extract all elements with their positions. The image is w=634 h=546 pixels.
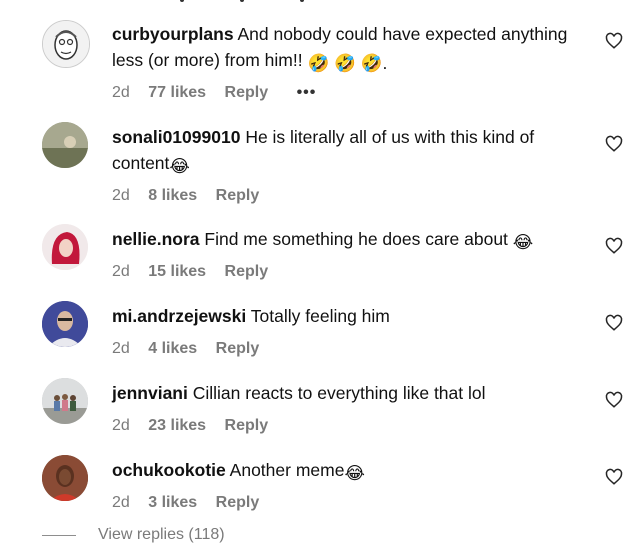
- comment-text: mi.andrzejewski Totally feeling him: [112, 303, 582, 329]
- group-photo-avatar-icon: [42, 378, 88, 424]
- heart-icon[interactable]: [605, 237, 623, 255]
- comment-meta: 2d 77 likes Reply •••: [112, 84, 330, 102]
- comment-text: curbyourplans And nobody could have expe…: [112, 21, 582, 76]
- avatar[interactable]: [42, 378, 88, 424]
- comment-body: Find me something he does care about: [204, 229, 508, 249]
- comment-likes[interactable]: 4 likes: [148, 340, 197, 357]
- avatar[interactable]: [42, 224, 88, 270]
- comment-meta: 2d 23 likes Reply: [112, 417, 282, 435]
- heart-icon[interactable]: [605, 314, 623, 332]
- reply-button[interactable]: Reply: [216, 340, 260, 357]
- comment-time: 2d: [112, 340, 130, 357]
- avatar[interactable]: [42, 20, 90, 68]
- comment-username[interactable]: sonali01099010: [112, 127, 240, 147]
- comment-body: Cillian reacts to everything like that l…: [192, 383, 486, 403]
- view-replies-label: View replies (118): [98, 526, 225, 543]
- comment-meta: 2d 3 likes Reply: [112, 494, 273, 512]
- comment-time: 2d: [112, 417, 130, 434]
- comment-username[interactable]: nellie.nora: [112, 229, 200, 249]
- comment-likes[interactable]: 8 likes: [148, 187, 197, 204]
- comment-text: nellie.nora Find me something he does ca…: [112, 226, 592, 255]
- comment-likes[interactable]: 77 likes: [148, 84, 206, 101]
- heart-icon[interactable]: [605, 135, 623, 153]
- photo-avatar-icon: [42, 122, 88, 168]
- comment-username[interactable]: curbyourplans: [112, 24, 234, 44]
- view-replies-button[interactable]: View replies (118): [42, 526, 225, 544]
- comment-username[interactable]: ochukookotie: [112, 460, 226, 480]
- previous-comment-sliver: [0, 0, 634, 6]
- comment-body: Another meme: [229, 460, 345, 480]
- comment-username[interactable]: mi.andrzejewski: [112, 306, 246, 326]
- reply-button[interactable]: Reply: [225, 84, 269, 101]
- comment-meta: 2d 8 likes Reply: [112, 187, 273, 205]
- more-options-icon[interactable]: •••: [297, 84, 317, 101]
- comment-meta: 2d 4 likes Reply: [112, 340, 273, 358]
- heart-icon[interactable]: [605, 32, 623, 50]
- comment-likes[interactable]: 15 likes: [148, 263, 206, 280]
- cartoon-face-icon: [43, 21, 89, 67]
- comment-text: sonali01099010 He is literally all of us…: [112, 124, 582, 179]
- comment-likes[interactable]: 23 likes: [148, 417, 206, 434]
- laughing-emoji-icon: 😂: [512, 232, 534, 252]
- comment-username[interactable]: jennviani: [112, 383, 188, 403]
- avatar[interactable]: [42, 301, 88, 347]
- laughing-emoji-icon: 🤣 🤣 🤣.: [307, 53, 388, 73]
- laughing-emoji-icon: 😂: [169, 156, 190, 176]
- comment-time: 2d: [112, 494, 130, 511]
- comment-body: Totally feeling him: [250, 306, 390, 326]
- reply-button[interactable]: Reply: [216, 494, 260, 511]
- reply-button[interactable]: Reply: [225, 263, 269, 280]
- avatar[interactable]: [42, 122, 88, 168]
- laughing-emoji-icon: 😂: [344, 463, 365, 483]
- man-avatar-icon: [42, 301, 88, 347]
- avatar[interactable]: [42, 455, 88, 501]
- comment-text: ochukookotie Another meme😂: [112, 457, 582, 486]
- heart-icon[interactable]: [605, 468, 623, 486]
- comment-likes[interactable]: 3 likes: [148, 494, 197, 511]
- comment-meta: 2d 15 likes Reply: [112, 263, 282, 281]
- comment-time: 2d: [112, 263, 130, 280]
- divider-line: [42, 534, 76, 536]
- heart-icon[interactable]: [605, 391, 623, 409]
- reply-button[interactable]: Reply: [225, 417, 269, 434]
- red-hair-avatar-icon: [42, 224, 88, 270]
- comment-text: jennviani Cillian reacts to everything l…: [112, 380, 582, 406]
- comment-time: 2d: [112, 84, 130, 101]
- comment-time: 2d: [112, 187, 130, 204]
- reply-button[interactable]: Reply: [216, 187, 260, 204]
- woman-avatar-icon: [42, 455, 88, 501]
